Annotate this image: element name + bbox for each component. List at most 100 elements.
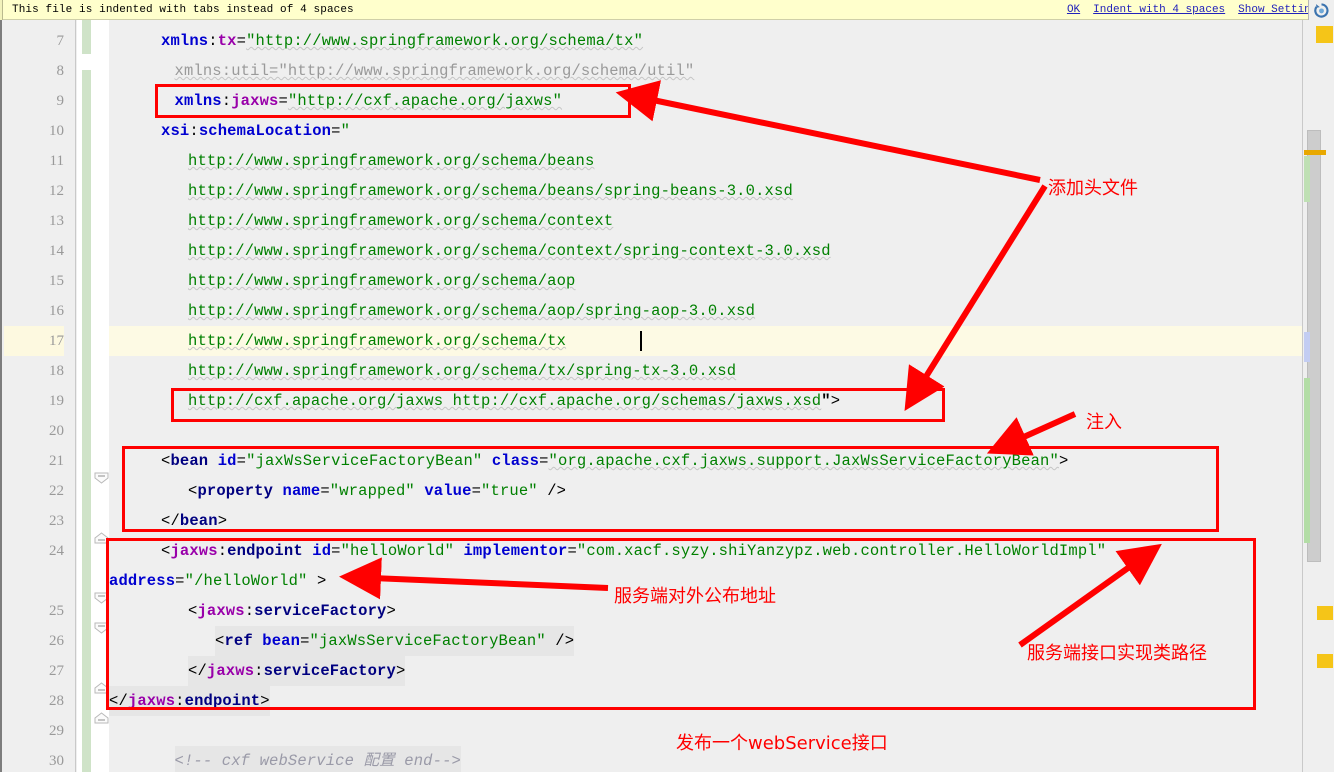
code-token: = xyxy=(236,32,247,50)
line-number: 28 xyxy=(49,693,64,709)
code-token: = xyxy=(175,572,185,590)
code-token: = xyxy=(320,482,330,500)
fold-region-icon[interactable] xyxy=(94,712,109,724)
code-token: = xyxy=(471,482,482,500)
code-token: serviceFactory xyxy=(254,602,387,620)
line-number: 9 xyxy=(56,93,65,109)
change-marker-1[interactable] xyxy=(1304,156,1310,202)
code-token: </ xyxy=(109,692,128,710)
code-token: > xyxy=(830,392,841,410)
code-token: xmlns xyxy=(161,32,209,50)
code-token: http://www.springframework.org/schema/ao… xyxy=(188,272,576,290)
code-token: </ xyxy=(161,512,180,530)
line-number-gutter: 7 8 9 10 11 12 13 14 15 16 17 18 19 20 21 22 23 24 25 26 27 2… xyxy=(2,20,76,772)
line-number: 14 xyxy=(49,243,64,259)
notification-gear-icon xyxy=(1314,2,1329,18)
code-token: http://www.springframework.org/schema/ao… xyxy=(188,302,756,320)
code-token: <!-- cxf webService 配置 end--> xyxy=(174,752,461,770)
code-token: property xyxy=(197,482,274,500)
code-line[interactable]: http://www.springframework.org/schema/be… xyxy=(109,146,1302,176)
fold-collapse-icon[interactable] xyxy=(94,472,109,484)
right-marker-strip[interactable] xyxy=(1302,20,1334,772)
line-number: 21 xyxy=(49,453,64,469)
code-token: : xyxy=(217,542,228,560)
warning-marker-top[interactable] xyxy=(1316,26,1333,43)
notification-accent xyxy=(0,0,3,20)
code-line[interactable]: http://www.springframework.org/schema/tx… xyxy=(109,356,1302,386)
notification-gear-icon-cell[interactable] xyxy=(1308,0,1334,20)
code-token: "org.apache.cxf.jaxws.support.JaxWsServi… xyxy=(548,452,1059,470)
code-token: = xyxy=(567,542,577,560)
fold-region-icon[interactable] xyxy=(94,682,109,694)
code-token: : xyxy=(254,662,264,680)
code-line[interactable]: <jaxws:endpoint id="helloWorld" implemen… xyxy=(109,536,1302,566)
code-token: > xyxy=(1058,452,1069,470)
change-marker-bar xyxy=(82,70,91,772)
code-token: > xyxy=(386,602,396,620)
code-line[interactable]: <bean id="jaxWsServiceFactoryBean" class… xyxy=(109,446,1302,476)
code-line[interactable]: http://www.springframework.org/schema/ao… xyxy=(109,266,1302,296)
line-number: 15 xyxy=(49,273,64,289)
code-line[interactable] xyxy=(109,416,1302,446)
code-line[interactable]: http://www.springframework.org/schema/ao… xyxy=(109,296,1302,326)
line-number: 8 xyxy=(56,63,65,79)
code-token: "wrapped" xyxy=(329,482,415,500)
fold-collapse-icon[interactable] xyxy=(94,622,109,634)
code-token: tx xyxy=(217,32,237,50)
line-number: 18 xyxy=(49,363,64,379)
code-token: xsi xyxy=(161,122,190,140)
code-token: "true" xyxy=(481,482,538,500)
code-fold-strip[interactable] xyxy=(77,20,109,772)
text-caret xyxy=(640,331,642,351)
annotation-inject: 注入 xyxy=(1086,412,1122,433)
code-line[interactable]: xsi:schemaLocation=" xyxy=(109,116,1302,146)
code-line[interactable]: xmlns:jaxws="http://cxf.apache.org/jaxws… xyxy=(109,86,1302,116)
code-token: schemaLocation xyxy=(198,122,332,140)
code-line[interactable]: xmlns:tx="http://www.springframework.org… xyxy=(109,26,1302,56)
change-marker-2[interactable] xyxy=(1304,332,1310,362)
code-line[interactable]: http://cxf.apache.org/jaxws http://cxf.a… xyxy=(109,386,1302,416)
code-token: bean xyxy=(262,632,301,650)
code-token: xmlns xyxy=(174,92,222,110)
code-token: = xyxy=(236,452,247,470)
code-token: http://www.springframework.org/schema/be… xyxy=(188,152,595,170)
line-number: 20 xyxy=(49,423,64,439)
code-token: /> xyxy=(545,632,575,650)
code-token: http://www.springframework.org/schema/be… xyxy=(188,182,793,200)
fold-region-icon[interactable] xyxy=(94,532,109,544)
fold-marker-1[interactable] xyxy=(1317,606,1333,620)
code-line[interactable]: http://www.springframework.org/schema/co… xyxy=(109,206,1302,236)
code-token: serviceFactory xyxy=(263,662,396,680)
code-token: = xyxy=(331,122,341,140)
code-line[interactable]: http://www.springframework.org/schema/co… xyxy=(109,236,1302,266)
code-token: : xyxy=(189,122,199,140)
code-token: = xyxy=(539,452,549,470)
highlight-marker-line[interactable] xyxy=(1304,150,1326,155)
code-line[interactable]: http://www.springframework.org/schema/tx xyxy=(109,326,1302,356)
line-number: 11 xyxy=(49,153,64,169)
ok-link[interactable]: OK xyxy=(1067,4,1080,16)
code-token: > xyxy=(217,512,228,530)
code-token: = xyxy=(278,92,288,110)
code-token: implementor xyxy=(463,542,568,560)
code-line[interactable]: <property name="wrapped" value="true" /> xyxy=(109,476,1302,506)
fold-marker-2[interactable] xyxy=(1317,654,1333,668)
line-number: 19 xyxy=(49,393,64,409)
notification-bar: This file is indented with tabs instead … xyxy=(0,0,1334,20)
code-token: " xyxy=(821,392,831,410)
line-number: 13 xyxy=(49,213,64,229)
code-line[interactable]: xmlns:util="http://www.springframework.o… xyxy=(109,56,1302,86)
code-token: xmlns:util="http://www.springframework.o… xyxy=(174,62,695,80)
code-token: jaxws xyxy=(197,602,245,620)
fold-collapse-icon[interactable] xyxy=(94,592,109,604)
screenshot-root: This file is indented with tabs instead … xyxy=(0,0,1334,772)
code-line[interactable]: </bean> xyxy=(109,506,1302,536)
code-token: jaxws xyxy=(127,692,176,710)
indent-with-4-spaces-link[interactable]: Indent with 4 spaces xyxy=(1093,4,1225,16)
code-line[interactable]: </jaxws:endpoint> xyxy=(109,686,1302,716)
code-token: http://www.springframework.org/schema/tx… xyxy=(188,362,737,380)
change-marker-3[interactable] xyxy=(1304,378,1310,543)
